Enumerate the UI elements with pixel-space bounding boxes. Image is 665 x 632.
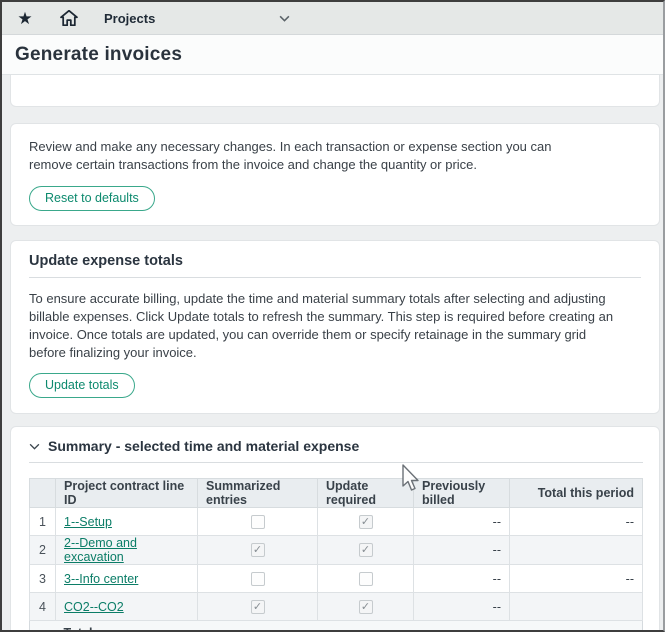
- column-header-project-contract-line-id[interactable]: Project contract line ID: [56, 479, 198, 508]
- contract-line-cell: CO2--CO2: [56, 593, 198, 621]
- summarized-entries-cell: [198, 508, 318, 536]
- home-icon[interactable]: [56, 5, 82, 31]
- previously-billed-cell: --: [414, 508, 510, 536]
- column-header-previously-billed[interactable]: Previously billed: [414, 479, 510, 508]
- previously-billed-cell: --: [414, 536, 510, 565]
- projects-dropdown-label: Projects: [104, 11, 155, 26]
- previously-billed-cell: --: [414, 593, 510, 621]
- reset-to-defaults-button[interactable]: Reset to defaults: [29, 186, 155, 211]
- total-this-period-cell: --: [510, 508, 643, 536]
- total-this-period: --: [510, 621, 643, 632]
- projects-dropdown[interactable]: Projects: [104, 9, 290, 27]
- column-header-summarized-entries[interactable]: Summarized entries: [198, 479, 318, 508]
- summarized-entries-cell: [198, 565, 318, 593]
- update-required-checkbox[interactable]: [359, 572, 373, 586]
- row-number: 1: [30, 508, 56, 536]
- app-window: ★ Projects Generate invoices Review and …: [0, 0, 665, 632]
- column-header-total-this-period[interactable]: Total this period: [510, 479, 643, 508]
- summary-card: Summary - selected time and material exp…: [10, 426, 660, 632]
- total-row-label: Total: [56, 621, 198, 632]
- total-this-period-cell: [510, 593, 643, 621]
- update-expense-totals-title: Update expense totals: [29, 253, 641, 269]
- row-number: 3: [30, 565, 56, 593]
- update-required-checkbox[interactable]: ✓: [359, 515, 373, 529]
- contract-line-link[interactable]: CO2--CO2: [64, 600, 124, 614]
- favorites-star-icon[interactable]: ★: [12, 5, 38, 31]
- table-row: 3 3--Info center ----: [30, 565, 643, 593]
- previously-billed-cell: --: [414, 565, 510, 593]
- clipped-card: [10, 75, 660, 107]
- chevron-down-icon: [279, 9, 290, 27]
- contract-line-link[interactable]: 1--Setup: [64, 515, 112, 529]
- summarized-entries-checkbox[interactable]: [251, 515, 265, 529]
- update-required-cell: ✓: [318, 593, 414, 621]
- table-row: 1 1--Setup ✓ ----: [30, 508, 643, 536]
- summary-table: Project contract line ID Summarized entr…: [29, 478, 643, 632]
- row-number: 2: [30, 536, 56, 565]
- update-required-cell: ✓: [318, 508, 414, 536]
- total-row-spacer: [30, 621, 56, 632]
- total-this-period-cell: [510, 536, 643, 565]
- table-total-row: Total -- --: [30, 621, 643, 632]
- summary-section-title: Summary - selected time and material exp…: [48, 438, 359, 454]
- table-row: 4 CO2--CO2 ✓ ✓ --: [30, 593, 643, 621]
- summarized-entries-checkbox[interactable]: [251, 572, 265, 586]
- update-expense-totals-card: Update expense totals To ensure accurate…: [10, 240, 660, 414]
- summarized-entries-cell: ✓: [198, 536, 318, 565]
- update-required-cell: [318, 565, 414, 593]
- summarized-entries-checkbox[interactable]: ✓: [251, 600, 265, 614]
- review-card: Review and make any necessary changes. I…: [10, 123, 660, 226]
- contract-line-link[interactable]: 3--Info center: [64, 572, 138, 586]
- contract-line-cell: 3--Info center: [56, 565, 198, 593]
- contract-line-cell: 1--Setup: [56, 508, 198, 536]
- total-previously-billed: --: [414, 621, 510, 632]
- update-required-checkbox[interactable]: ✓: [359, 600, 373, 614]
- page-title: Generate invoices: [15, 44, 182, 66]
- column-header-update-required[interactable]: Update required: [318, 479, 414, 508]
- update-totals-button[interactable]: Update totals: [29, 373, 135, 398]
- summary-collapse-toggle[interactable]: Summary - selected time and material exp…: [29, 437, 643, 455]
- table-header-row: Project contract line ID Summarized entr…: [30, 479, 643, 508]
- summarized-entries-checkbox[interactable]: ✓: [251, 543, 265, 557]
- page-content: Review and make any necessary changes. I…: [2, 75, 663, 632]
- update-required-checkbox[interactable]: ✓: [359, 543, 373, 557]
- row-number-column-header: [30, 479, 56, 508]
- contract-line-cell: 2--Demo and excavation: [56, 536, 198, 565]
- summarized-entries-cell: ✓: [198, 593, 318, 621]
- total-this-period-cell: --: [510, 565, 643, 593]
- contract-line-link[interactable]: 2--Demo and excavation: [64, 536, 137, 564]
- table-row: 2 2--Demo and excavation ✓ ✓ --: [30, 536, 643, 565]
- update-required-cell: ✓: [318, 536, 414, 565]
- review-instructions-text: Review and make any necessary changes. I…: [29, 138, 589, 174]
- page-title-bar: Generate invoices: [2, 35, 663, 75]
- update-totals-instructions-text: To ensure accurate billing, update the t…: [29, 290, 614, 362]
- section-divider: [29, 462, 643, 463]
- top-navigation-bar: ★ Projects: [2, 2, 663, 35]
- row-number: 4: [30, 593, 56, 621]
- section-divider: [29, 277, 641, 278]
- chevron-down-icon: [29, 437, 48, 455]
